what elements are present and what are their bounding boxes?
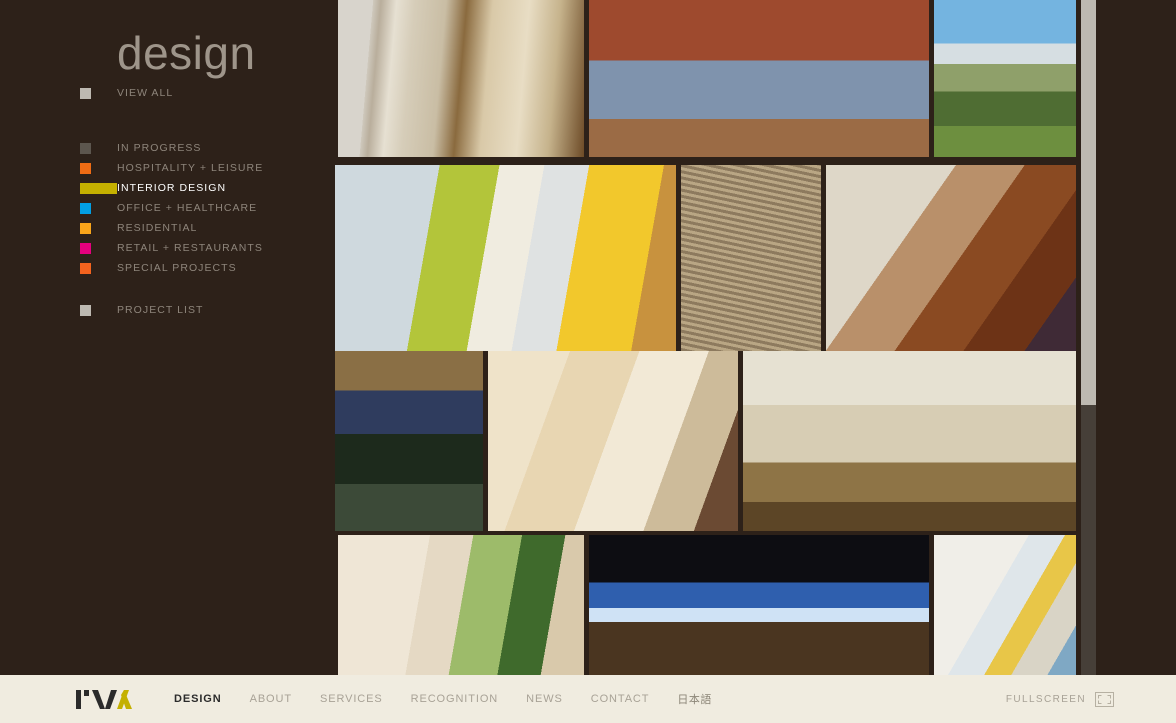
thumbnail-image bbox=[934, 535, 1076, 675]
sidebar-item-residential[interactable]: RESIDENTIAL bbox=[80, 221, 196, 235]
gallery-thumbnail-resort-lanai-torches[interactable] bbox=[335, 351, 483, 531]
square-swatch-icon bbox=[80, 142, 91, 154]
thumbnail-image bbox=[338, 535, 584, 675]
sidebar-item-project-list[interactable]: PROJECT LIST bbox=[80, 303, 202, 317]
sidebar-item-interior-design[interactable]: INTERIOR DESIGN bbox=[80, 181, 225, 195]
gallery-thumbnail-lobby-bowls-coffee-table[interactable] bbox=[826, 165, 1076, 351]
square-swatch-icon bbox=[80, 242, 91, 254]
sidebar-item-hospitality-leisure[interactable]: HOSPITALITY + LEISURE bbox=[80, 161, 262, 175]
gallery-row bbox=[335, 351, 1076, 531]
sidebar-item-label: VIEW ALL bbox=[117, 87, 174, 99]
gallery-thumbnail-elevator-lobby-plants[interactable] bbox=[743, 351, 1076, 531]
gallery-thumbnail-resort-exterior-lawn[interactable] bbox=[934, 0, 1076, 157]
square-swatch-icon bbox=[80, 162, 91, 174]
gallery-thumbnail-office-lounge-yellow[interactable] bbox=[335, 165, 676, 351]
sidebar-item-label: PROJECT LIST bbox=[117, 304, 204, 316]
nav-item-japanese[interactable]: 日本語 bbox=[677, 691, 712, 707]
thumbnail-image bbox=[335, 351, 483, 531]
gallery-thumbnail-white-room-surfboard[interactable] bbox=[934, 535, 1076, 675]
gallery-thumbnail-woven-screen-bedroom[interactable] bbox=[681, 165, 821, 351]
sidebar-item-office-healthcare[interactable]: OFFICE + HEALTHCARE bbox=[80, 201, 256, 215]
thumbnail-image bbox=[681, 165, 821, 351]
nav-item-recognition[interactable]: RECOGNITION bbox=[411, 693, 499, 705]
square-swatch-icon bbox=[80, 304, 91, 316]
fullscreen-button[interactable]: FULLSCREEN bbox=[1006, 675, 1114, 723]
thumbnail-image bbox=[589, 0, 929, 157]
gallery-thumbnail-living-room-blue-sofa[interactable] bbox=[589, 0, 929, 157]
gallery-thumbnail-bar-blue-lit-counter[interactable] bbox=[589, 535, 929, 675]
fullscreen-label: FULLSCREEN bbox=[1005, 693, 1086, 705]
square-swatch-icon bbox=[80, 202, 91, 214]
expand-corners-icon bbox=[1095, 691, 1114, 707]
sidebar-item-in-progress[interactable]: IN PROGRESS bbox=[80, 141, 200, 155]
iva-logo-icon bbox=[76, 690, 132, 709]
gallery-row bbox=[338, 0, 1076, 157]
square-swatch-icon bbox=[80, 87, 91, 99]
nav-item-news[interactable]: NEWS bbox=[526, 693, 563, 705]
sidebar-item-label: IN PROGRESS bbox=[117, 142, 202, 154]
thumbnail-image bbox=[335, 165, 676, 351]
nav-item-about[interactable]: ABOUT bbox=[250, 693, 292, 705]
gallery-scrollbar-thumb[interactable] bbox=[1081, 0, 1096, 405]
thumbnail-image bbox=[488, 351, 738, 531]
main-nav: DESIGN ABOUT SERVICES RECOGNITION NEWS C… bbox=[174, 675, 712, 723]
thumbnail-image bbox=[338, 0, 584, 157]
gallery-row bbox=[335, 165, 1076, 351]
sidebar-item-label: INTERIOR DESIGN bbox=[117, 182, 227, 194]
thumbnail-image bbox=[826, 165, 1076, 351]
sidebar-item-label: OFFICE + HEALTHCARE bbox=[117, 202, 258, 214]
sidebar-item-view-all[interactable]: VIEW ALL bbox=[80, 86, 172, 100]
thumbnail-image bbox=[743, 351, 1076, 531]
iva-logo[interactable] bbox=[76, 689, 132, 710]
nav-item-design[interactable]: DESIGN bbox=[174, 693, 222, 705]
gallery-thumbnail-hotel-lobby-daybed[interactable] bbox=[338, 0, 584, 157]
thumbnail-image bbox=[934, 0, 1076, 157]
thumbnail-image bbox=[589, 535, 929, 675]
gallery-thumbnail-courtyard-lanterns-planters[interactable] bbox=[338, 535, 584, 675]
sidebar-item-retail-restaurants[interactable]: RETAIL + RESTAURANTS bbox=[80, 241, 262, 255]
square-swatch-icon bbox=[80, 262, 91, 274]
bar-swatch-icon bbox=[80, 182, 117, 194]
gallery-row bbox=[338, 535, 1076, 675]
sidebar: design VIEW ALL IN PROGRESS HOSPITALITY … bbox=[0, 0, 333, 675]
app-root: design VIEW ALL IN PROGRESS HOSPITALITY … bbox=[0, 0, 1176, 723]
nav-item-services[interactable]: SERVICES bbox=[320, 693, 383, 705]
gallery-scrollbar-track[interactable] bbox=[1081, 0, 1096, 675]
sidebar-item-label: SPECIAL PROJECTS bbox=[117, 262, 237, 274]
sidebar-item-special-projects[interactable]: SPECIAL PROJECTS bbox=[80, 261, 236, 275]
gallery-thumbnail-suite-living-lamp[interactable] bbox=[488, 351, 738, 531]
square-swatch-icon bbox=[80, 222, 91, 234]
bottom-bar: DESIGN ABOUT SERVICES RECOGNITION NEWS C… bbox=[0, 675, 1176, 723]
image-gallery[interactable] bbox=[333, 0, 1076, 675]
nav-item-contact[interactable]: CONTACT bbox=[591, 693, 650, 705]
sidebar-item-label: HOSPITALITY + LEISURE bbox=[117, 162, 264, 174]
sidebar-item-label: RESIDENTIAL bbox=[117, 222, 198, 234]
sidebar-item-label: RETAIL + RESTAURANTS bbox=[117, 242, 263, 254]
page-title: design bbox=[117, 27, 256, 79]
